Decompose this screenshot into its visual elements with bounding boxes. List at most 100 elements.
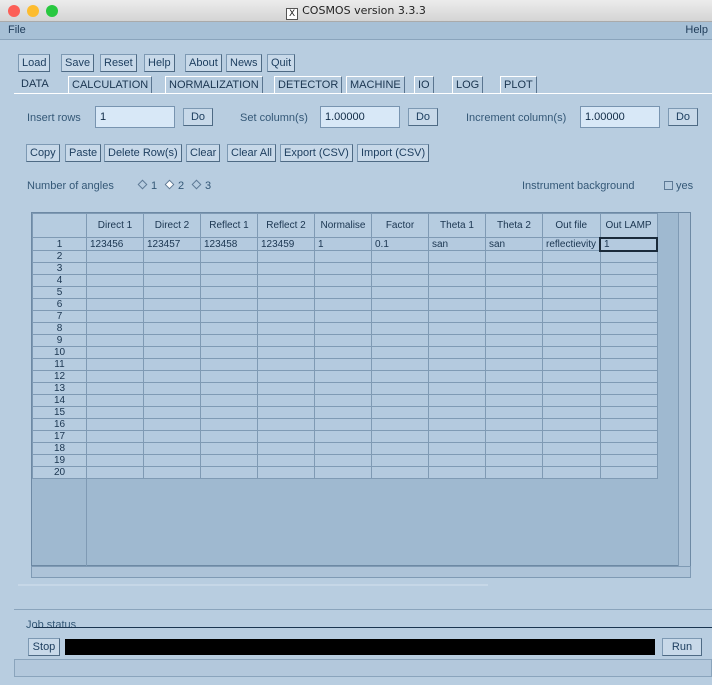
table-cell[interactable]	[599, 274, 658, 287]
table-cell[interactable]	[371, 454, 429, 467]
table-cell[interactable]	[542, 298, 601, 311]
table-cell[interactable]	[542, 250, 601, 263]
table-cell[interactable]	[542, 394, 601, 407]
clear-all-button[interactable]: Clear All	[227, 144, 276, 162]
row-header[interactable]: 16	[32, 418, 87, 431]
vertical-scrollbar[interactable]	[678, 213, 690, 568]
table-cell[interactable]	[257, 382, 315, 395]
row-header[interactable]: 10	[32, 346, 87, 359]
table-cell[interactable]	[599, 406, 658, 419]
table-cell[interactable]	[86, 250, 144, 263]
table-cell[interactable]	[428, 298, 486, 311]
paste-button[interactable]: Paste	[65, 144, 102, 162]
table-cell[interactable]	[200, 454, 258, 467]
table-cell[interactable]	[200, 322, 258, 335]
column-header[interactable]: Direct 2	[143, 213, 201, 238]
table-cell[interactable]	[257, 274, 315, 287]
column-header[interactable]: Theta 2	[485, 213, 543, 238]
table-cell[interactable]	[314, 322, 372, 335]
table-cell[interactable]	[599, 382, 658, 395]
table-cell[interactable]	[314, 406, 372, 419]
table-cell[interactable]	[371, 310, 429, 323]
column-header[interactable]: Direct 1	[86, 213, 144, 238]
table-cell[interactable]	[86, 454, 144, 467]
table-cell[interactable]	[257, 250, 315, 263]
table-cell[interactable]	[371, 358, 429, 371]
table-cell[interactable]	[428, 322, 486, 335]
table-cell[interactable]	[200, 466, 258, 479]
table-cell[interactable]	[143, 358, 201, 371]
row-header[interactable]: 5	[32, 286, 87, 299]
table-cell[interactable]	[542, 262, 601, 275]
table-cell[interactable]	[143, 286, 201, 299]
table-cell[interactable]	[314, 298, 372, 311]
table-cell[interactable]	[599, 250, 658, 263]
angle-option-3[interactable]: 3	[189, 179, 211, 192]
row-header[interactable]: 11	[32, 358, 87, 371]
table-cell[interactable]	[86, 262, 144, 275]
column-header[interactable]: Reflect 2	[257, 213, 315, 238]
table-cell[interactable]	[371, 274, 429, 287]
table-cell[interactable]	[257, 262, 315, 275]
export-csv-button[interactable]: Export (CSV)	[280, 144, 353, 162]
table-cell[interactable]	[314, 334, 372, 347]
table-cell[interactable]	[485, 310, 543, 323]
table-cell[interactable]	[428, 466, 486, 479]
import-csv-button[interactable]: Import (CSV)	[357, 144, 430, 162]
table-cell[interactable]	[86, 394, 144, 407]
row-header[interactable]: 8	[32, 322, 87, 335]
column-header[interactable]: Factor	[371, 213, 429, 238]
table-cell[interactable]	[428, 274, 486, 287]
table-cell[interactable]	[143, 442, 201, 455]
reset-button[interactable]: Reset	[100, 54, 137, 72]
table-cell[interactable]	[542, 310, 601, 323]
table-cell[interactable]	[143, 394, 201, 407]
table-cell[interactable]	[257, 466, 315, 479]
row-header[interactable]: 19	[32, 454, 87, 467]
table-cell[interactable]	[257, 418, 315, 431]
table-cell[interactable]	[485, 250, 543, 263]
table-cell[interactable]	[485, 454, 543, 467]
column-header[interactable]: Out file	[542, 213, 601, 238]
table-cell[interactable]	[143, 298, 201, 311]
table-cell[interactable]	[599, 394, 658, 407]
table-cell[interactable]: 123459	[257, 237, 315, 251]
table-cell[interactable]	[200, 358, 258, 371]
row-header[interactable]: 20	[32, 466, 87, 479]
table-cell[interactable]	[314, 454, 372, 467]
table-cell[interactable]	[599, 322, 658, 335]
table-cell[interactable]	[86, 346, 144, 359]
table-cell[interactable]	[257, 334, 315, 347]
angle-option-2[interactable]: 2	[162, 179, 184, 192]
table-cell[interactable]	[200, 274, 258, 287]
table-cell[interactable]: san	[485, 237, 543, 251]
table-cell[interactable]	[200, 418, 258, 431]
menu-help[interactable]: Help	[685, 24, 708, 36]
table-cell[interactable]	[314, 358, 372, 371]
tab-io[interactable]: IO	[414, 76, 434, 93]
table-cell[interactable]	[371, 262, 429, 275]
table-cell[interactable]	[485, 358, 543, 371]
table-cell[interactable]	[200, 334, 258, 347]
table-cell[interactable]	[428, 418, 486, 431]
table-cell[interactable]	[599, 454, 658, 467]
table-cell[interactable]	[86, 418, 144, 431]
table-cell[interactable]	[428, 286, 486, 299]
table-cell[interactable]: reflectievity	[542, 237, 601, 251]
table-cell[interactable]	[371, 346, 429, 359]
table-cell[interactable]	[86, 358, 144, 371]
row-header[interactable]: 4	[32, 274, 87, 287]
table-cell[interactable]	[599, 358, 658, 371]
row-header[interactable]: 3	[32, 262, 87, 275]
table-cell[interactable]	[371, 382, 429, 395]
table-cell[interactable]	[200, 262, 258, 275]
table-cell[interactable]	[257, 286, 315, 299]
table-cell[interactable]	[314, 466, 372, 479]
table-cell[interactable]	[428, 358, 486, 371]
table-cell[interactable]	[542, 286, 601, 299]
table-cell[interactable]	[428, 262, 486, 275]
table-cell[interactable]	[143, 334, 201, 347]
tab-machine[interactable]: MACHINE	[346, 76, 405, 93]
table-cell[interactable]	[542, 454, 601, 467]
table-cell[interactable]	[257, 358, 315, 371]
